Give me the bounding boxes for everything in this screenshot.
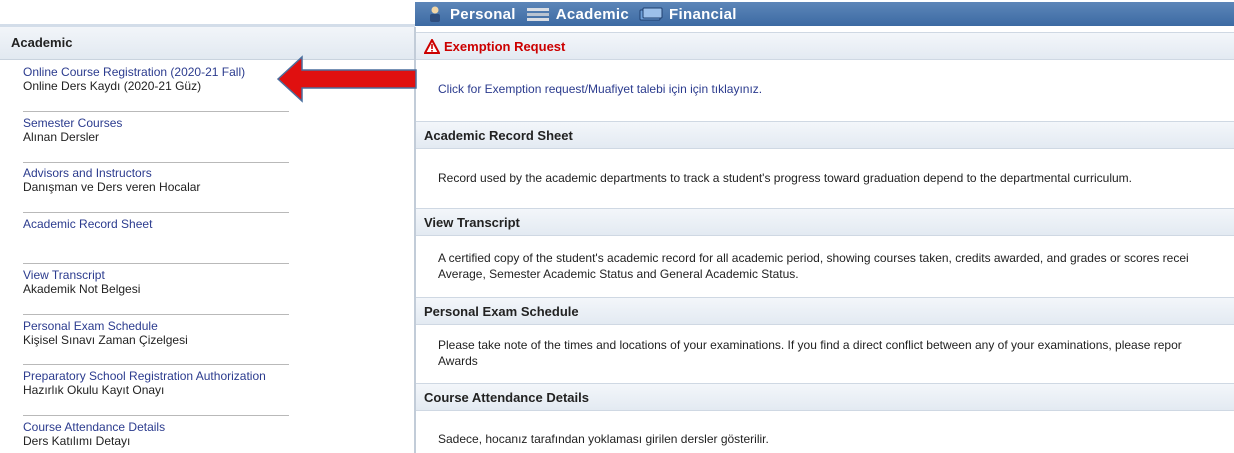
section-text-course-attendance: Sadece, hocanız tarafından yoklaması gir… [438, 432, 769, 446]
sidebar-item-sublabel: Hazırlık Okulu Kayıt Onayı [23, 383, 165, 397]
sidebar-item-personal-exam-schedule[interactable]: Personal Exam Schedule Kişisel Sınavı Za… [23, 319, 289, 347]
books-icon [526, 8, 549, 21]
sidebar-item-sublabel: Danışman ve Ders veren Hocalar [23, 180, 201, 194]
sidebar-item-sublabel: Online Ders Kaydı (2020-21 Güz) [23, 79, 202, 93]
sidebar-item-label[interactable]: Academic Record Sheet [23, 217, 289, 231]
sidebar-divider [23, 263, 289, 264]
money-icon [639, 7, 663, 21]
red-arrow-annotation [276, 55, 417, 103]
sidebar-item-prep-school-registration[interactable]: Preparatory School Registration Authoriz… [23, 369, 289, 397]
nav-academic[interactable]: Academic [526, 5, 629, 23]
sidebar-item-sublabel: Ders Katılımı Detayı [23, 434, 131, 448]
sidebar-item-label[interactable]: Online Course Registration (2020-21 Fall… [23, 65, 289, 79]
sidebar-item-label[interactable]: Personal Exam Schedule [23, 319, 289, 333]
warning-icon [424, 39, 440, 54]
sidebar-item-course-attendance[interactable]: Course Attendance Details Ders Katılımı … [23, 420, 289, 448]
sidebar-item-online-course-registration[interactable]: Online Course Registration (2020-21 Fall… [23, 65, 289, 93]
sidebar-item-label[interactable]: Advisors and Instructors [23, 166, 289, 180]
sidebar-divider [23, 314, 289, 315]
section-text-academic-record: Record used by the academic departments … [438, 171, 1133, 185]
nav-personal-label: Personal [450, 5, 516, 23]
sidebar-item-view-transcript[interactable]: View Transcript Akademik Not Belgesi [23, 268, 289, 296]
top-navigation-bar: Personal Academic Financial [0, 0, 1234, 27]
sidebar-divider [23, 364, 289, 365]
sidebar-divider [23, 111, 289, 112]
section-title-view-transcript: View Transcript [416, 208, 1234, 236]
sidebar-item-label[interactable]: Course Attendance Details [23, 420, 289, 434]
sidebar-item-label[interactable]: View Transcript [23, 268, 289, 282]
sidebar-item-label[interactable]: Semester Courses [23, 116, 289, 130]
section-title-academic-record: Academic Record Sheet [416, 121, 1234, 149]
main-content: Exemption Request Click for Exemption re… [416, 27, 1234, 453]
section-title-exam-schedule: Personal Exam Schedule [416, 297, 1234, 325]
nav-academic-label: Academic [555, 5, 630, 23]
sidebar-item-academic-record-sheet[interactable]: Academic Record Sheet [23, 217, 289, 231]
section-title-text: Exemption Request [444, 39, 566, 54]
sidebar-item-semester-courses[interactable]: Semester Courses Alınan Dersler [23, 116, 289, 144]
sidebar-divider [23, 415, 289, 416]
sidebar-item-label[interactable]: Preparatory School Registration Authoriz… [23, 369, 289, 383]
nav-personal[interactable]: Personal [426, 5, 516, 23]
nav-financial-label: Financial [669, 5, 737, 23]
section-title-course-attendance: Course Attendance Details [416, 383, 1234, 411]
exemption-request-link[interactable]: Click for Exemption request/Muafiyet tal… [438, 81, 1228, 97]
sidebar-item-sublabel: Kişisel Sınavı Zaman Çizelgesi [23, 333, 188, 347]
sidebar-item-sublabel: Akademik Not Belgesi [23, 282, 141, 296]
nav-financial[interactable]: Financial [639, 5, 737, 23]
section-text-view-transcript: A certified copy of the student's academ… [438, 251, 1189, 281]
section-title-exemption: Exemption Request [416, 32, 1234, 60]
sidebar-divider [23, 162, 289, 163]
section-text-exam-schedule: Please take note of the times and locati… [438, 338, 1182, 368]
sidebar-divider [23, 212, 289, 213]
sidebar-item-advisors[interactable]: Advisors and Instructors Danışman ve Der… [23, 166, 289, 194]
nav-menu: Personal Academic Financial [426, 2, 737, 26]
person-icon [430, 6, 440, 22]
sidebar-item-sublabel: Alınan Dersler [23, 130, 100, 144]
